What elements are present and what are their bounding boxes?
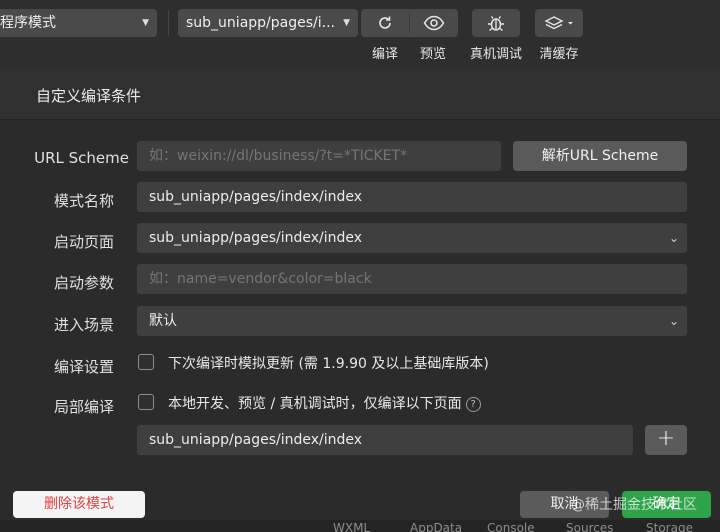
mode-dropdown[interactable]: 程序模式 ▼ — [0, 9, 157, 37]
background-panel-tabs: WXML AppData Console Sources Storage — [0, 520, 720, 532]
layers-icon — [544, 16, 573, 30]
parse-url-scheme-button[interactable]: 解析URL Scheme — [513, 141, 687, 171]
chevron-down-icon: ▼ — [343, 18, 350, 28]
partial-compile-checkbox[interactable] — [138, 394, 154, 410]
toolbar-divider — [168, 10, 169, 36]
remote-debug-label: 真机调试 — [469, 47, 522, 62]
clear-cache-button[interactable] — [535, 9, 583, 37]
tab-sources: Sources — [566, 521, 614, 532]
scene-select[interactable]: 默认 ⌄ — [137, 306, 687, 336]
start-page-select[interactable]: sub_uniapp/pages/index/index ⌄ — [137, 223, 687, 253]
refresh-icon — [379, 16, 391, 29]
preview-label: 预览 — [419, 47, 446, 62]
chevron-down-icon: ⌄ — [668, 231, 679, 245]
preview-button[interactable] — [410, 9, 458, 37]
delete-mode-button[interactable]: 删除该模式 — [13, 491, 145, 518]
scene-value: 默认 — [149, 313, 177, 329]
dialog-title: 自定义编译条件 — [36, 87, 142, 105]
tab-appdata: AppData — [410, 521, 463, 532]
mode-dropdown-value: 程序模式 — [0, 15, 56, 31]
url-scheme-input[interactable] — [137, 141, 501, 171]
partial-compile-label: 局部编译 — [53, 398, 114, 416]
page-dropdown[interactable]: sub_uniapp/pages/i... ▼ — [178, 9, 358, 37]
add-page-button[interactable]: + — [645, 425, 687, 455]
scene-label: 进入场景 — [53, 316, 114, 334]
clear-cache-label: 清缓存 — [539, 47, 579, 62]
compile-preview-group — [361, 9, 458, 37]
page-dropdown-value: sub_uniapp/pages/i... — [186, 15, 335, 31]
compile-button[interactable] — [361, 9, 409, 37]
compile-settings-label: 编译设置 — [53, 358, 114, 376]
dialog-header: 自定义编译条件 — [0, 70, 720, 120]
partial-compile-page-input[interactable]: sub_uniapp/pages/index/index — [137, 425, 633, 455]
start-page-value: sub_uniapp/pages/index/index — [149, 230, 363, 246]
url-scheme-label: URL Scheme — [34, 149, 129, 167]
partial-compile-option: 本地开发、预览 / 真机调试时，仅编译以下页面? — [168, 393, 481, 413]
simulate-update-checkbox[interactable] — [138, 354, 154, 370]
start-params-label: 启动参数 — [53, 274, 114, 292]
start-page-label: 启动页面 — [53, 233, 114, 251]
compile-label: 编译 — [371, 47, 398, 62]
help-icon[interactable]: ? — [465, 396, 481, 412]
bug-icon — [488, 16, 504, 32]
mode-name-label: 模式名称 — [53, 192, 114, 210]
partial-compile-page-value: sub_uniapp/pages/index/index — [149, 432, 363, 448]
eye-icon — [423, 15, 445, 31]
simulate-update-text: 下次编译时模拟更新 (需 1.9.90 及以上基础库版本) — [168, 356, 489, 372]
tab-wxml: WXML — [333, 521, 371, 532]
mode-name-value: sub_uniapp/pages/index/index — [149, 189, 363, 205]
partial-compile-text: 本地开发、预览 / 真机调试时，仅编译以下页面 — [168, 396, 462, 412]
tab-storage: Storage — [646, 521, 693, 532]
custom-compile-dialog: 自定义编译条件 URL Scheme 解析URL Scheme 模式名称 sub… — [0, 70, 720, 532]
remote-debug-button[interactable] — [472, 9, 520, 37]
watermark: @稀土掘金技术社区 — [571, 497, 697, 513]
start-params-input[interactable] — [137, 264, 687, 294]
toolbar: 程序模式 ▼ sub_uniapp/pages/i... ▼ 编译 预览 真机调… — [0, 0, 720, 70]
chevron-down-icon: ⌄ — [668, 314, 679, 328]
mode-name-input[interactable]: sub_uniapp/pages/index/index — [137, 182, 687, 212]
chevron-down-icon: ▼ — [142, 18, 149, 28]
tab-console: Console — [487, 521, 535, 532]
